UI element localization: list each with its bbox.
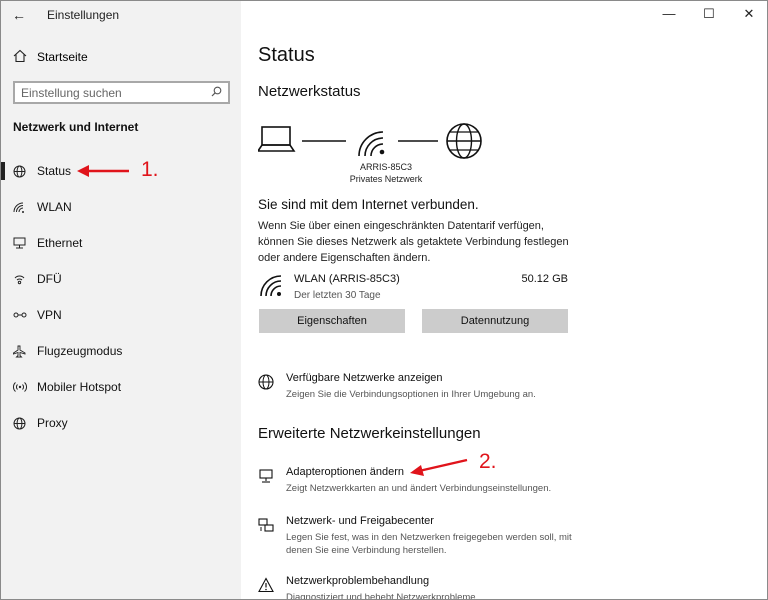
annotation-arrows <box>77 165 468 476</box>
annotation-step-1: 1. <box>141 158 159 181</box>
annotation-step-2: 2. <box>479 450 497 473</box>
settings-window: ← Einstellungen Startseite Netzwerk und … <box>0 0 768 600</box>
annotation-arrow-2 <box>410 458 468 476</box>
annotation-arrow-1 <box>77 165 129 177</box>
